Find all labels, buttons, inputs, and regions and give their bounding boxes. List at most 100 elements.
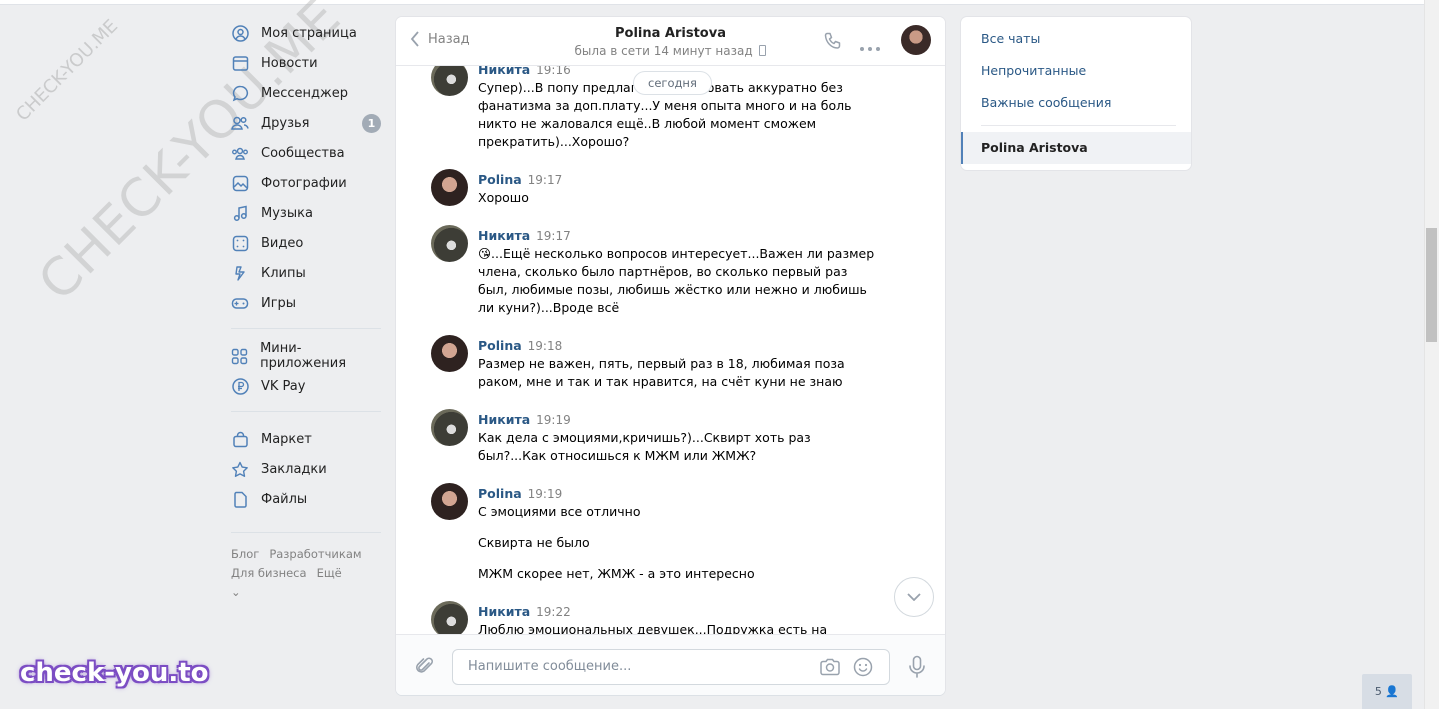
- message-time: 19:17: [536, 229, 571, 243]
- newspaper-icon: [231, 54, 249, 72]
- nav-vk-pay[interactable]: VK Pay: [231, 371, 381, 401]
- nav-divider: [231, 532, 381, 533]
- message-author[interactable]: Никита: [478, 228, 530, 243]
- message-author[interactable]: Никита: [478, 604, 530, 619]
- filter-all-chats[interactable]: Все чаты: [981, 31, 1040, 46]
- nav-label: Фотографии: [261, 175, 347, 191]
- camera-icon[interactable]: [819, 657, 841, 681]
- message-time: 19:18: [527, 339, 563, 353]
- nav-label: Маркет: [261, 431, 312, 447]
- user-circle-icon: [231, 24, 249, 42]
- bag-icon: [231, 430, 249, 448]
- nav-news[interactable]: Новости: [231, 48, 381, 78]
- nav-communities[interactable]: Сообщества: [231, 138, 381, 168]
- message-time: 19:19: [527, 487, 563, 501]
- chat-filter-panel: Все чаты Непрочитанные Важные сообщения …: [961, 17, 1191, 170]
- peer-status-text: была в сети 14 минут назад: [574, 44, 753, 58]
- friends-icon: [231, 114, 249, 132]
- nav-files[interactable]: Файлы: [231, 484, 381, 514]
- avatar[interactable]: [431, 335, 468, 372]
- nav-footer: Блог Разработчикам Для бизнеса Ещё ⌄: [231, 545, 381, 602]
- chat-panel: Назад Polina Aristova была в сети 14 мин…: [396, 17, 945, 695]
- ruble-icon: [231, 377, 249, 395]
- nav-label: Друзья: [261, 115, 310, 131]
- message-text: 😘...Ещё несколько вопросов интересует...…: [478, 246, 875, 315]
- friends-count-badge: 1: [362, 114, 381, 133]
- message-author[interactable]: Polina: [478, 486, 522, 501]
- file-icon: [231, 490, 249, 508]
- message-text: Размер не важен, пять, первый раз в 18, …: [478, 356, 845, 389]
- page-scrollbar[interactable]: [1424, 0, 1439, 709]
- message-text: Как дела с эмоциями,кричишь?)...Сквирт х…: [478, 430, 811, 463]
- message-text: Сквирта не было: [478, 535, 590, 550]
- nav-label: Файлы: [261, 491, 308, 507]
- smile-icon[interactable]: [853, 657, 873, 681]
- avatar[interactable]: [431, 169, 468, 206]
- nav-label: Мессенджер: [261, 85, 348, 101]
- nav-label: Музыка: [261, 205, 313, 221]
- photo-icon: [231, 174, 249, 192]
- scrollbar-thumb[interactable]: [1426, 228, 1437, 342]
- footer-more-label: Ещё: [316, 566, 342, 580]
- message-text: С эмоциями все отлично: [478, 504, 641, 519]
- message-author[interactable]: Polina: [478, 338, 522, 353]
- scroll-to-bottom-button[interactable]: [894, 577, 934, 617]
- active-chat-item[interactable]: Polina Aristova: [961, 132, 1191, 164]
- star-icon: [231, 460, 249, 478]
- avatar[interactable]: [431, 601, 468, 634]
- peer-avatar[interactable]: [901, 25, 931, 55]
- attach-icon[interactable]: [415, 656, 435, 680]
- filter-unread[interactable]: Непрочитанные: [981, 63, 1086, 78]
- nav-video[interactable]: Видео: [231, 228, 381, 258]
- nav-music[interactable]: Музыка: [231, 198, 381, 228]
- clips-icon: [231, 264, 249, 282]
- message-author[interactable]: Polina: [478, 172, 522, 187]
- apps-icon: [231, 347, 248, 365]
- video-icon: [231, 234, 249, 252]
- message-time: 19:22: [536, 605, 571, 619]
- nav-label: Новости: [261, 55, 318, 71]
- microphone-icon[interactable]: [908, 655, 926, 683]
- nav-messenger[interactable]: Мессенджер: [231, 78, 381, 108]
- message-author[interactable]: Никита: [478, 412, 530, 427]
- online-count: 5: [1374, 685, 1382, 698]
- nav-market[interactable]: Маркет: [231, 424, 381, 454]
- date-separator: сегодня: [633, 71, 712, 95]
- message-input[interactable]: [466, 658, 800, 675]
- nav-label: VK Pay: [261, 378, 306, 394]
- footer-link-blog[interactable]: Блог: [231, 547, 259, 561]
- nav-bookmarks[interactable]: Закладки: [231, 454, 381, 484]
- avatar[interactable]: [431, 409, 468, 446]
- nav-games[interactable]: Игры: [231, 288, 381, 318]
- user-icon: 👤: [1385, 685, 1400, 698]
- message-text: Хорошо: [478, 190, 529, 205]
- nav-my-page[interactable]: Моя страница: [231, 18, 381, 48]
- chat-header: Назад Polina Aristova была в сети 14 мин…: [396, 17, 945, 66]
- nav-label: Клипы: [261, 265, 306, 281]
- communities-icon: [231, 144, 249, 162]
- message-history[interactable]: сегодня Никита 19:16 Супер)...В попу пред…: [396, 59, 945, 634]
- chevron-down-icon: [907, 593, 921, 601]
- more-icon[interactable]: [859, 37, 881, 56]
- nav-clips[interactable]: Клипы: [231, 258, 381, 288]
- online-counter[interactable]: 5 👤: [1362, 674, 1412, 709]
- message-input-box[interactable]: [452, 649, 890, 685]
- message-time: 19:17: [527, 173, 563, 187]
- filter-important[interactable]: Важные сообщения: [981, 95, 1111, 110]
- message-icon: [231, 84, 249, 102]
- footer-link-developers[interactable]: Разработчикам: [269, 547, 361, 561]
- nav-divider: [231, 328, 381, 329]
- panel-divider: [981, 125, 1176, 126]
- phone-icon[interactable]: [823, 31, 843, 55]
- mobile-icon: [759, 45, 767, 56]
- nav-photos[interactable]: Фотографии: [231, 168, 381, 198]
- avatar[interactable]: [431, 225, 468, 262]
- message-text: Люблю эмоциональных девушек...Подружка е…: [478, 622, 828, 634]
- nav-mini-apps[interactable]: Мини-приложения: [231, 341, 381, 371]
- nav-label: Моя страница: [261, 25, 357, 41]
- message-text: МЖМ скорее нет, ЖМЖ - а это интересно: [478, 566, 755, 581]
- avatar[interactable]: [431, 483, 468, 520]
- nav-friends[interactable]: Друзья 1: [231, 108, 381, 138]
- nav-label: Видео: [261, 235, 304, 251]
- footer-link-business[interactable]: Для бизнеса: [231, 566, 307, 580]
